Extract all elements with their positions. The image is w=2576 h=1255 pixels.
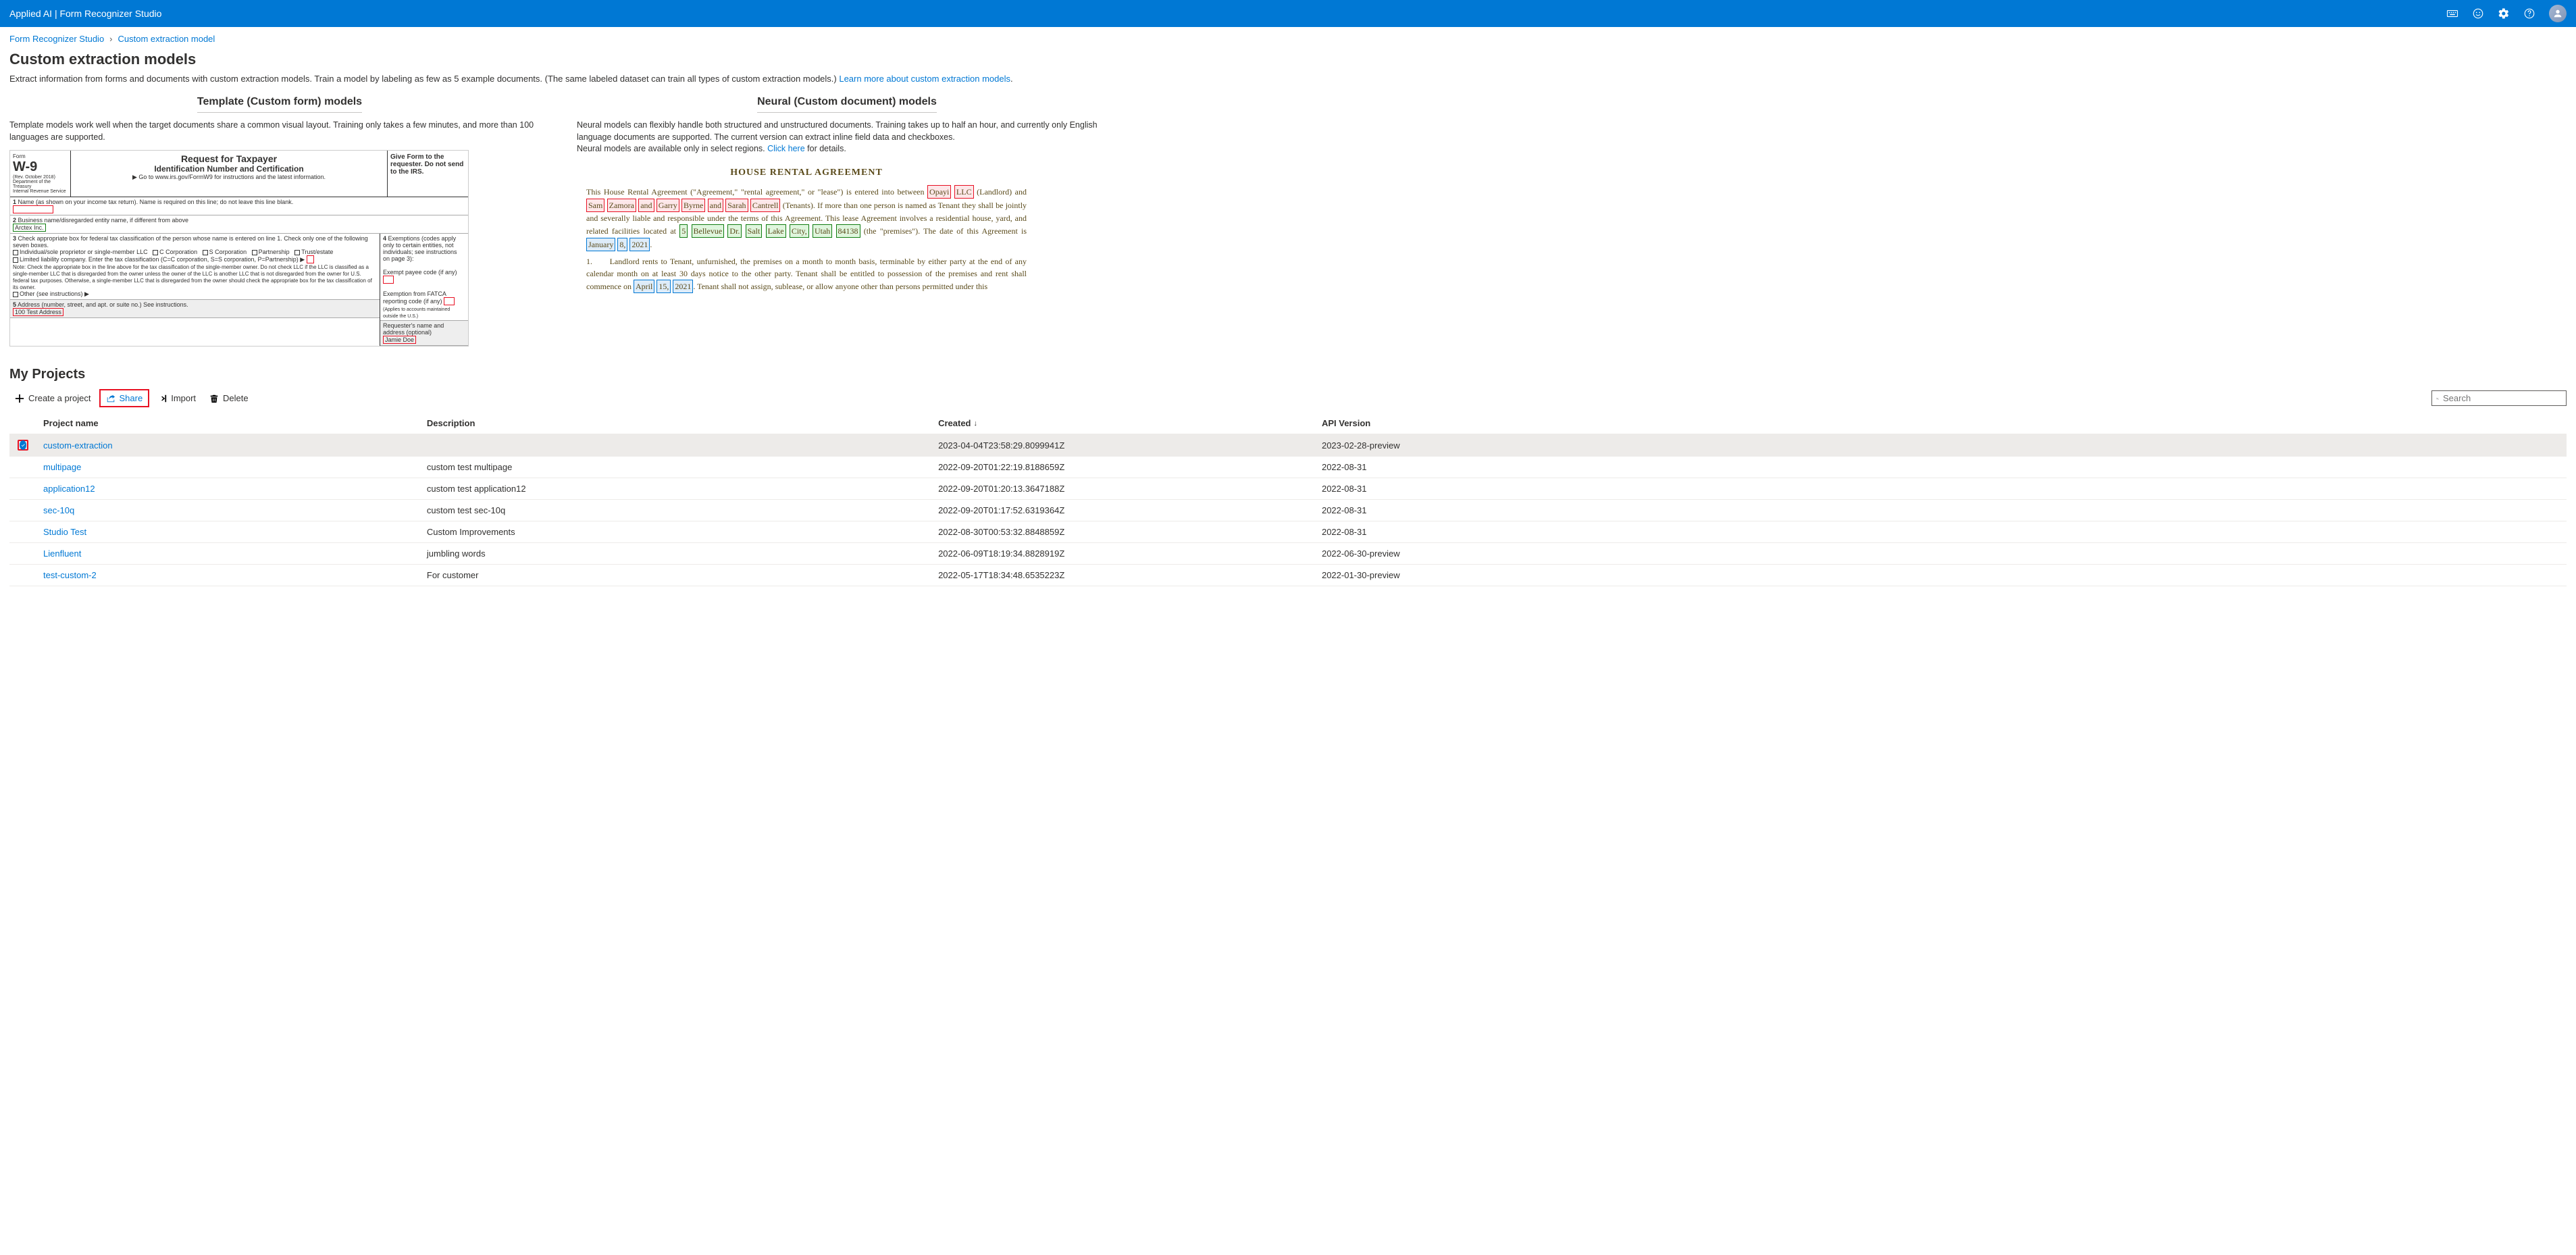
keyboard-icon[interactable] [2446,7,2458,20]
template-model-example: FormW-9(Rev. October 2018)Department of … [9,150,550,347]
row-select[interactable] [9,478,36,500]
breadcrumb: Form Recognizer Studio › Custom extracti… [0,27,2576,48]
page-description: Extract information from forms and docum… [9,74,2567,84]
table-row[interactable]: custom-extraction 2023-04-04T23:58:29.809… [9,434,2567,457]
page-desc-text: Extract information from forms and docum… [9,74,839,84]
row-select[interactable] [9,434,36,457]
search-box[interactable] [2431,390,2567,406]
project-link[interactable]: custom-extraction [43,440,113,451]
create-project-button[interactable]: Create a project [9,390,97,406]
breadcrumb-root[interactable]: Form Recognizer Studio [9,34,104,44]
import-button[interactable]: Import [152,390,201,406]
projects-toolbar: Create a project Share Import Delete [9,389,2567,407]
col-description[interactable]: Description [420,413,931,434]
col-select [9,413,36,434]
row-select[interactable] [9,543,36,565]
header-actions [2446,5,2567,22]
cell-project-name: test-custom-2 [36,565,420,586]
model-type-columns: Template (Custom form) models Template m… [9,96,1117,347]
template-model-desc: Template models work well when the targe… [9,120,550,143]
search-input[interactable] [2443,393,2562,403]
col-api-version[interactable]: API Version [1315,413,2567,434]
avatar[interactable] [2549,5,2567,22]
cell-project-name: Studio Test [36,521,420,543]
share-icon [106,394,115,403]
table-row[interactable]: Studio Test Custom Improvements2022-08-30… [9,521,2567,543]
cell-description: custom test sec-10q [420,500,931,521]
plus-icon [15,394,24,403]
learn-more-link[interactable]: Learn more about custom extraction model… [839,74,1010,84]
gear-icon[interactable] [2498,7,2510,20]
table-row[interactable]: multipage custom test multipage2022-09-20… [9,457,2567,478]
breadcrumb-current[interactable]: Custom extraction model [118,34,215,44]
cell-created: 2022-09-20T01:20:13.3647188Z [931,478,1315,500]
cell-project-name: application12 [36,478,420,500]
cell-created: 2023-04-04T23:58:29.8099941Z [931,434,1315,457]
page-title: Custom extraction models [9,51,2567,68]
cell-description: jumbling words [420,543,931,565]
table-header-row: Project name Description Created↓ API Ve… [9,413,2567,434]
project-link[interactable]: multipage [43,462,81,472]
cell-created: 2022-05-17T18:34:48.6535223Z [931,565,1315,586]
cell-created: 2022-09-20T01:17:52.6319364Z [931,500,1315,521]
smiley-icon[interactable] [2472,7,2484,20]
neural-model-column: Neural (Custom document) models Neural m… [577,96,1117,347]
neural-model-desc: Neural models can flexibly handle both s… [577,120,1117,155]
chevron-right-icon: › [109,34,112,44]
projects-table: Project name Description Created↓ API Ve… [9,413,2567,586]
cell-created: 2022-09-20T01:22:19.8188659Z [931,457,1315,478]
search-icon [2436,394,2439,403]
template-model-title: Template (Custom form) models [197,96,362,113]
table-row[interactable]: sec-10q custom test sec-10q2022-09-20T01:… [9,500,2567,521]
project-link[interactable]: application12 [43,484,95,494]
row-select[interactable] [9,500,36,521]
cell-api-version: 2022-08-31 [1315,521,2567,543]
cell-created: 2022-08-30T00:53:32.8848859Z [931,521,1315,543]
row-select[interactable] [9,565,36,586]
cell-created: 2022-06-09T18:19:34.8828919Z [931,543,1315,565]
table-row[interactable]: Lienfluent jumbling words2022-06-09T18:19… [9,543,2567,565]
import-icon [157,394,167,403]
table-row[interactable]: application12custom test application1220… [9,478,2567,500]
share-button[interactable]: Share [99,389,150,407]
col-name[interactable]: Project name [36,413,420,434]
neural-click-here-link[interactable]: Click here [767,144,805,153]
cell-api-version: 2022-06-30-preview [1315,543,2567,565]
app-title: Applied AI | Form Recognizer Studio [9,8,161,19]
template-model-column: Template (Custom form) models Template m… [9,96,550,347]
project-link[interactable]: sec-10q [43,505,74,515]
selected-indicator[interactable] [18,440,28,451]
row-select[interactable] [9,457,36,478]
cell-description: custom test application12 [420,478,931,500]
cell-api-version: 2022-08-31 [1315,500,2567,521]
cell-description: custom test multipage [420,457,931,478]
neural-model-example: HOUSE RENTAL AGREEMENT This House Rental… [577,162,1117,303]
cell-api-version: 2022-01-30-preview [1315,565,2567,586]
neural-model-title: Neural (Custom document) models [757,96,937,113]
cell-api-version: 2023-02-28-preview [1315,434,2567,457]
help-icon[interactable] [2523,7,2535,20]
delete-button[interactable]: Delete [204,390,254,406]
cell-api-version: 2022-08-31 [1315,478,2567,500]
cell-project-name: custom-extraction [36,434,420,457]
cell-description: Custom Improvements [420,521,931,543]
cell-project-name: Lienfluent [36,543,420,565]
col-created[interactable]: Created↓ [931,413,1315,434]
sort-desc-icon: ↓ [974,419,978,428]
cell-project-name: multipage [36,457,420,478]
project-link[interactable]: Studio Test [43,527,86,537]
cell-api-version: 2022-08-31 [1315,457,2567,478]
app-header: Applied AI | Form Recognizer Studio [0,0,2576,27]
projects-heading: My Projects [9,367,2567,382]
row-select[interactable] [9,521,36,543]
cell-project-name: sec-10q [36,500,420,521]
project-link[interactable]: Lienfluent [43,548,81,559]
cell-description: For customer [420,565,931,586]
table-row[interactable]: test-custom-2 For customer2022-05-17T18:3… [9,565,2567,586]
project-link[interactable]: test-custom-2 [43,570,97,580]
trash-icon [209,394,219,403]
cell-description [420,434,931,457]
